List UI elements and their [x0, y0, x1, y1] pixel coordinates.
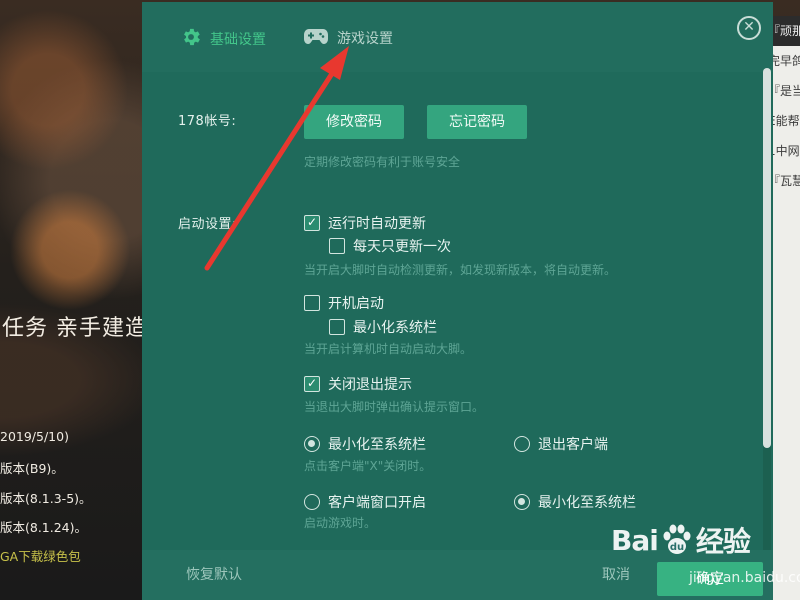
game-launch-minimize-label: 最小化至系统栏 — [538, 495, 636, 511]
radio-selected-icon — [304, 436, 320, 452]
password-hint: 定期修改密码有利于账号安全 — [304, 155, 461, 169]
baidu-watermark: Bai du 经验 jingyan.baidu.com — [605, 512, 800, 600]
auto-update-label: 运行时自动更新 — [328, 216, 426, 232]
radio-selected-icon — [514, 494, 530, 510]
checkbox-unchecked-icon — [329, 238, 345, 254]
checkbox-unchecked-icon — [329, 319, 345, 335]
update-daily-once-checkbox[interactable]: 每天只更新一次 — [329, 236, 451, 256]
exit-prompt-checkbox[interactable]: ✓ 关闭退出提示 — [304, 374, 412, 394]
boot-hint: 当开启计算机时自动启动大脚。 — [304, 342, 473, 356]
radio-unselected-icon — [514, 436, 530, 452]
update-hint: 当开启大脚时自动检测更新，如发现新版本，将自动更新。 — [304, 263, 617, 277]
background-news-line: 版本(B9)。 — [0, 461, 64, 476]
close-action-hint: 点击客户端"X"关闭时。 — [304, 459, 432, 473]
change-password-button[interactable]: 修改密码 — [304, 105, 404, 139]
minimize-tray-label: 最小化系统栏 — [353, 320, 437, 336]
gear-icon — [180, 26, 202, 52]
game-launch-window-radio[interactable]: 客户端窗口开启 — [304, 492, 426, 512]
tab-game-settings[interactable]: 游戏设置 — [303, 26, 393, 50]
watermark-brand-right: 经验 — [695, 525, 751, 558]
startup-label: 启动设置: — [178, 217, 237, 232]
gamepad-icon — [303, 26, 329, 50]
tab-basic-label: 基础设置 — [210, 32, 266, 48]
close-action-minimize-radio[interactable]: 最小化至系统栏 — [304, 434, 426, 454]
account-label: 178帐号: — [178, 114, 237, 129]
forgot-password-button[interactable]: 忘记密码 — [427, 105, 527, 139]
close-action-exit-radio[interactable]: 退出客户端 — [514, 434, 608, 454]
boot-start-label: 开机启动 — [328, 296, 384, 312]
auto-update-checkbox[interactable]: ✓ 运行时自动更新 — [304, 213, 426, 233]
watermark-url: jingyan.baidu.com — [689, 570, 800, 586]
background-news-line: 版本(8.1.3-5)。 — [0, 491, 92, 506]
close-action-exit-label: 退出客户端 — [538, 437, 608, 453]
tab-basic-settings[interactable]: 基础设置 — [180, 26, 266, 52]
game-launch-hint: 启动游戏时。 — [304, 516, 377, 530]
checkbox-unchecked-icon — [304, 295, 320, 311]
settings-dialog: 基础设置 游戏设置 ✕ 178帐号: 修改密码 忘记密码 定期修改密码有利于账号… — [142, 2, 773, 600]
svg-text:du: du — [670, 542, 684, 553]
paw-icon: du — [663, 524, 691, 554]
boot-start-checkbox[interactable]: 开机启动 — [304, 293, 384, 313]
close-icon[interactable]: ✕ — [737, 16, 761, 40]
exit-prompt-label: 关闭退出提示 — [328, 377, 412, 393]
checkbox-checked-icon: ✓ — [304, 376, 320, 392]
watermark-brand-left: Bai — [611, 523, 659, 557]
exit-hint: 当退出大脚时弹出确认提示窗口。 — [304, 400, 485, 414]
close-action-minimize-label: 最小化至系统栏 — [328, 437, 426, 453]
scrollbar-thumb[interactable] — [763, 68, 771, 448]
update-daily-once-label: 每天只更新一次 — [353, 239, 451, 255]
background-download-link[interactable]: GA下载绿色包 — [0, 546, 81, 565]
tab-game-label: 游戏设置 — [337, 31, 393, 47]
minimize-tray-checkbox[interactable]: 最小化系统栏 — [329, 317, 437, 337]
radio-unselected-icon — [304, 494, 320, 510]
background-news-line: 版本(8.1.24)。 — [0, 520, 88, 535]
game-launch-window-label: 客户端窗口开启 — [328, 495, 426, 511]
background-headline: 任务 亲手建造 — [2, 316, 148, 341]
restore-default-button[interactable]: 恢复默认 — [186, 564, 242, 584]
checkbox-checked-icon: ✓ — [304, 215, 320, 231]
background-news-line: 2019/5/10) — [0, 429, 69, 444]
game-launch-minimize-radio[interactable]: 最小化至系统栏 — [514, 492, 636, 512]
